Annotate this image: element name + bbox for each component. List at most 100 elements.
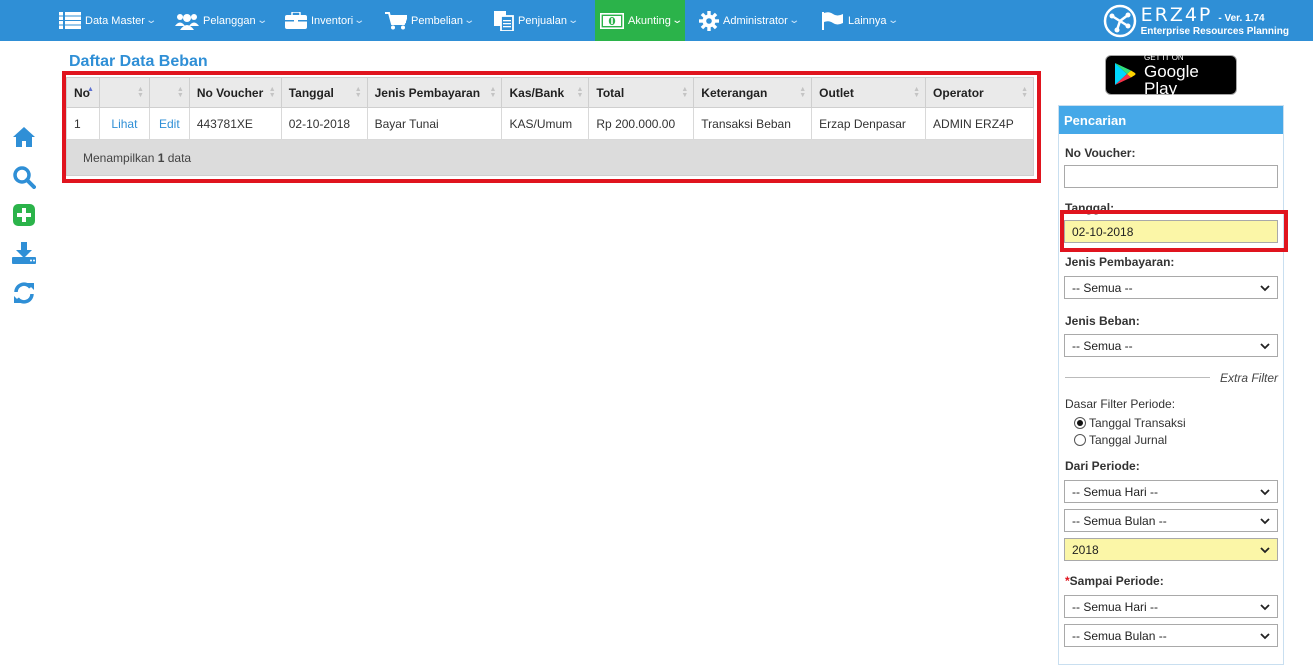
cart-icon [385,11,407,30]
sort-icon: ▲ ▼ [354,86,362,99]
table-header-row: No ▲ ▲ ▼ ▲ ▼ No Voucher ▲ ▼ Tanggal ▲ ▼ Jenis P… [66,77,1034,108]
nav-label: Penjualan [518,14,567,27]
sort-icon: ▲ ▼ [799,86,807,99]
edit-link[interactable]: Edit [159,117,180,131]
brand-name: ERZ4P [1140,3,1213,26]
sampai-bulan-select[interactable]: -- Semua Bulan -- [1064,624,1278,647]
chevron-down-icon [1260,631,1270,641]
column-header-keterangan[interactable]: Keterangan ▲ ▼ [693,77,813,108]
google-play-small-text: GET IT ON [1144,52,1184,62]
nav-lainnya[interactable]: Lainnya ⌄ [822,0,899,41]
column-header-edit[interactable]: ▲ ▼ [148,77,190,108]
radio-button-checked [1074,417,1086,429]
table-footer: Menampilkan 1 data [66,139,1034,176]
column-header-view[interactable]: ▲ ▼ [98,77,150,108]
cell-jenis-pembayaran: Bayar Tunai [366,107,503,140]
nav-akunting[interactable]: Akunting ⌄ [595,0,685,41]
dari-periode-label: Dari Periode: [1065,459,1140,473]
select-value: -- Semua Bulan -- [1072,628,1167,643]
home-icon[interactable] [12,125,36,149]
cell-outlet: Erzap Denpasar [811,107,927,140]
column-header-no[interactable]: No ▲ [66,77,100,108]
nav-data-master[interactable]: Data Master ⌄ [59,0,157,41]
jenis-pembayaran-label: Jenis Pembayaran: [1065,255,1175,269]
sort-icon: ▲ ▼ [176,86,184,99]
chevron-down-icon: ⌄ [886,15,899,26]
view-link[interactable]: Lihat [111,117,137,131]
column-header-jenis-pembayaran[interactable]: Jenis Pembayaran ▲ ▼ [366,77,503,108]
radio-tanggal-transaksi[interactable]: Tanggal Transaksi [1074,416,1186,430]
nav-label: Inventori [311,14,354,27]
nav-pembelian[interactable]: Pembelian ⌄ [385,0,476,41]
chevron-down-icon: ⌄ [145,15,157,26]
nav-penjualan[interactable]: Penjualan ⌄ [494,0,580,41]
dari-hari-select[interactable]: -- Semua Hari -- [1064,480,1278,503]
refresh-icon[interactable] [12,281,36,305]
list-icon [59,12,81,29]
chevron-down-icon: ⌄ [463,15,476,26]
column-header-tanggal[interactable]: Tanggal ▲ ▼ [280,77,368,108]
chevron-down-icon [1260,545,1270,555]
no-voucher-input[interactable] [1064,165,1278,188]
nav-administrator[interactable]: Administrator ⌄ [699,0,800,41]
nav-pelanggan[interactable]: Pelanggan ⌄ [175,0,268,41]
footer-count: 1 [157,150,165,165]
select-value: -- Semua Hari -- [1072,599,1159,614]
chevron-down-icon: ⌄ [788,15,800,26]
google-play-badge[interactable]: GET IT ON Google Play [1105,52,1237,98]
select-value: -- Semua Hari -- [1072,484,1159,499]
sampai-hari-select[interactable]: -- Semua Hari -- [1064,595,1278,618]
column-header-total[interactable]: Total ▲ ▼ [588,77,695,108]
sort-icon: ▲ ▼ [1021,86,1028,99]
chevron-down-icon: ⌄ [255,15,268,26]
select-value: -- Semua Bulan -- [1072,513,1167,528]
cell-keterangan: Transaksi Beban [693,107,813,140]
column-header-outlet[interactable]: Outlet ▲ ▼ [811,77,927,108]
footer-prefix: Menampilkan [83,150,155,165]
nav-label: Pembelian [411,14,463,27]
column-header-kas-bank[interactable]: Kas/Bank ▲ ▼ [501,77,590,108]
sort-icon: ▲ ▼ [136,86,144,99]
radio-tanggal-jurnal[interactable]: Tanggal Jurnal [1074,433,1167,447]
column-header-no-voucher[interactable]: No Voucher ▲ ▼ [188,77,282,108]
chevron-down-icon [1260,602,1270,612]
sampai-periode-label: *Sampai Periode: [1065,574,1164,588]
cell-operator: ADMIN ERZ4P [925,107,1034,140]
search-icon[interactable] [12,165,36,189]
dasar-filter-label: Dasar Filter Periode: [1065,397,1176,411]
dari-bulan-select[interactable]: -- Semua Bulan -- [1064,509,1278,532]
sort-icon: ▲ ▼ [489,86,497,99]
cell-no: 1 [66,107,100,140]
brand-version: - Ver. 1.74 [1218,12,1265,24]
nav-label: Pelanggan [203,14,256,27]
search-panel-title: Pencarian [1059,106,1283,134]
chevron-down-icon: ⌄ [567,15,580,26]
sort-icon: ▲ ▼ [681,86,689,99]
nav-inventori[interactable]: Inventori ⌄ [285,0,365,41]
jenis-pembayaran-select[interactable]: -- Semua -- [1064,276,1278,299]
chevron-down-icon [1260,283,1270,293]
radio-button [1074,434,1086,446]
column-header-operator[interactable]: Operator ▲ ▼ [925,77,1034,108]
users-icon [175,12,199,30]
cell-voucher: 443781XE [188,107,282,140]
download-icon[interactable] [12,241,36,265]
briefcase-icon [285,12,307,29]
dari-tahun-select[interactable]: 2018 [1064,538,1278,561]
table-row: 1 Lihat Edit 443781XE 02-10-2018 Bayar T… [66,107,1034,140]
chevron-down-icon [1260,341,1270,351]
sort-icon: ▲ ▼ [913,86,921,99]
erzap-logo-icon [1103,4,1137,38]
nav-label: Administrator [723,14,788,27]
chevron-down-icon [1260,516,1270,526]
nav-label: Data Master [85,14,145,27]
no-voucher-label: No Voucher: [1065,146,1136,160]
jenis-beban-select[interactable]: -- Semua -- [1064,334,1278,357]
flag-icon [822,11,844,30]
google-play-big-text: Google Play [1144,61,1199,98]
google-play-icon [1114,62,1136,89]
extra-filter-label: Extra Filter [1219,371,1278,385]
add-icon[interactable] [12,203,36,227]
cell-tanggal: 02-10-2018 [280,107,368,140]
sort-icon: ▲ ▼ [268,86,276,99]
